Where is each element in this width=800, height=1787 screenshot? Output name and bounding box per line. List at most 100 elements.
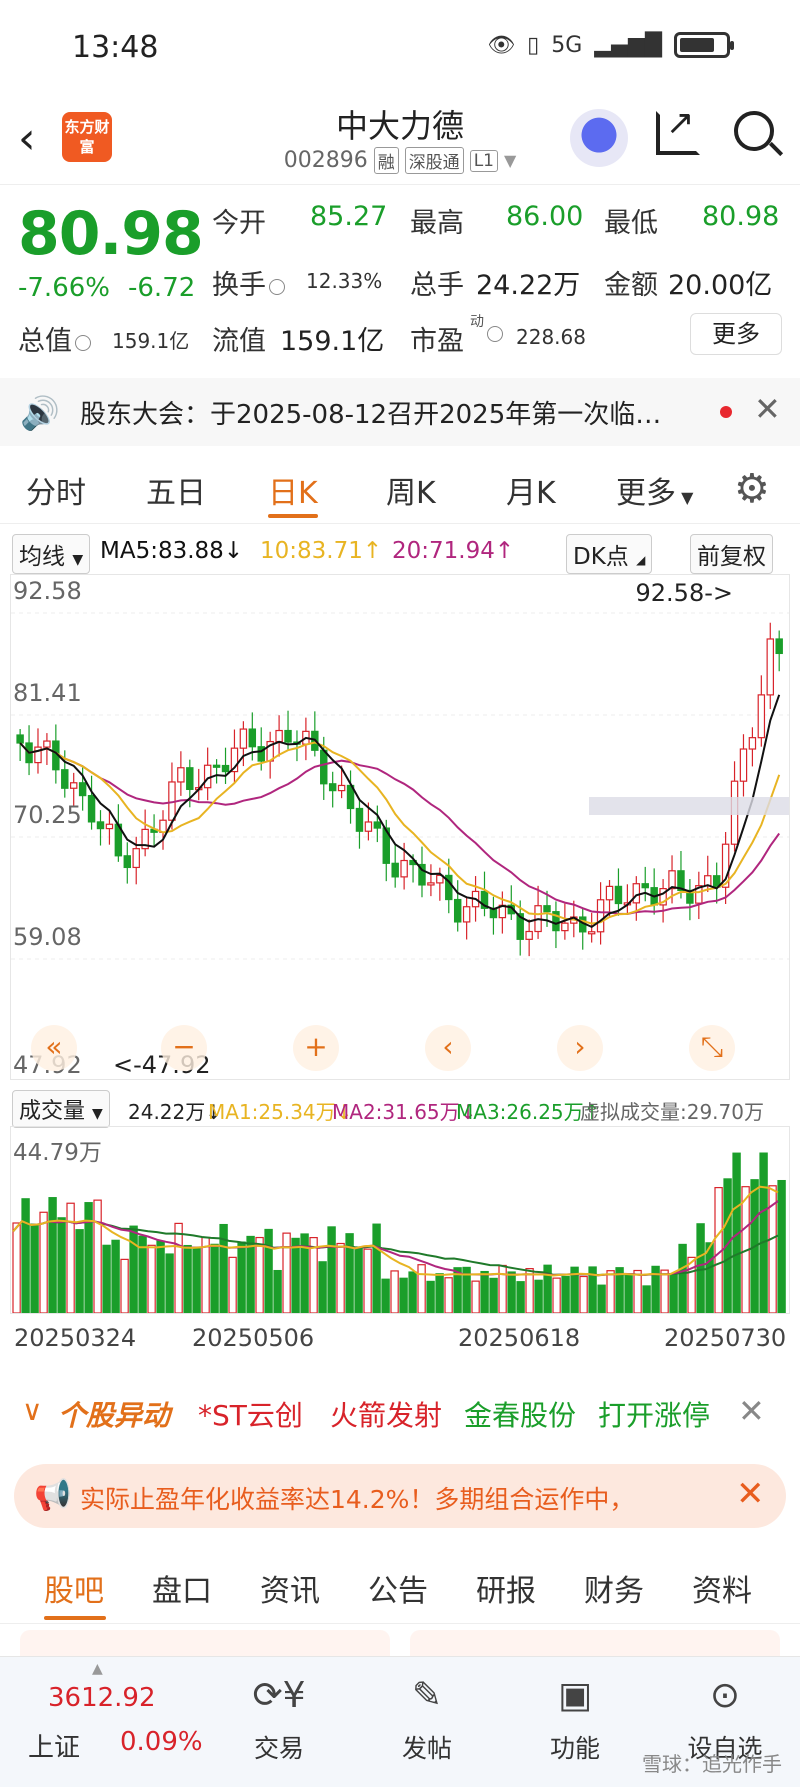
share-arrow-icon: ↗ xyxy=(666,103,695,143)
scroll-left-button[interactable]: ‹ xyxy=(425,1025,471,1071)
trade-label: 交易 xyxy=(253,1734,304,1763)
zoom-in-button[interactable]: + xyxy=(293,1025,339,1071)
stock-movers[interactable]: ∨ 个股异动 *ST云创 火箭发射 金春股份 打开涨停 ✕ xyxy=(0,1386,800,1444)
open-label: 今开 xyxy=(212,208,266,239)
volume-bar xyxy=(480,1270,489,1314)
candle-body xyxy=(391,862,399,878)
index-percent[interactable]: 0.09% xyxy=(120,1727,203,1757)
mover-item-1[interactable]: *ST云创 xyxy=(198,1394,303,1434)
status-time: 13:48 xyxy=(72,30,159,65)
volume-bar xyxy=(102,1244,111,1314)
trade-button[interactable]: ⟳¥ 交易 xyxy=(234,1671,324,1765)
candle-body xyxy=(525,930,533,940)
kline-chart[interactable]: 92.58 81.41 70.25 59.08 47.92 92.58-> <-… xyxy=(10,574,790,1080)
more-dots-icon: ⊙ xyxy=(709,1675,741,1716)
ma-legend: 均线 ▼ MA5:83.88↓ 10:83.71↑ 20:71.94↑ DK点 … xyxy=(0,530,800,574)
turnover-value: 12.33% xyxy=(306,269,383,293)
chevron-down-icon: ∨ xyxy=(22,1394,43,1427)
index-name[interactable]: 上证 xyxy=(28,1727,80,1764)
tab-forum[interactable]: 股吧 xyxy=(44,1566,104,1610)
tab-financials[interactable]: 财务 xyxy=(584,1566,644,1610)
high-label: 最高 xyxy=(410,208,464,239)
more-button[interactable]: 更多 xyxy=(690,313,782,355)
robot-assistant-icon[interactable] xyxy=(570,109,628,167)
promo-banner[interactable]: 📢 实际止盈年化收益率达14.2%！多期组合运作中， ✕ xyxy=(14,1464,786,1528)
tab-five-day[interactable]: 五日 xyxy=(146,468,206,512)
volume-bar xyxy=(660,1269,669,1314)
candle-body xyxy=(364,821,373,832)
volume-bar xyxy=(66,1202,75,1314)
volume-chart[interactable]: 44.79万 xyxy=(10,1126,790,1314)
volume-bar xyxy=(228,1256,237,1314)
adjust-button[interactable]: 前复权 xyxy=(690,534,773,574)
tab-orderbook[interactable]: 盘口 xyxy=(152,1566,212,1610)
y-label-3: 70.25 xyxy=(13,801,82,829)
volume-bar xyxy=(120,1258,129,1314)
volume-max-label: 44.79万 xyxy=(13,1140,102,1166)
tab-weekly-k[interactable]: 周K xyxy=(386,468,436,512)
back-icon[interactable]: ‹ xyxy=(18,113,36,164)
virtual-volume: 虚拟成交量:29.70万 xyxy=(580,1100,764,1124)
close-icon[interactable]: ✕ xyxy=(738,1392,765,1430)
tab-announcements[interactable]: 公告 xyxy=(368,1566,428,1610)
mover-item-4[interactable]: 打开涨停 xyxy=(598,1394,710,1434)
volume-bar xyxy=(696,1223,705,1314)
zoom-out-button[interactable]: − xyxy=(161,1025,207,1071)
gear-icon[interactable]: ⚙ xyxy=(734,466,770,512)
tag-margin: 融 xyxy=(373,147,399,174)
volume-bar xyxy=(48,1197,57,1314)
mktcap-label: 总值 xyxy=(18,319,94,358)
candle-body xyxy=(641,883,649,889)
volume-label: 总手 xyxy=(410,270,464,301)
kline-svg xyxy=(11,612,789,960)
notice-banner[interactable]: 🔊 股东大会：于2025-08-12召开2025年第一次临… ✕ xyxy=(0,378,800,446)
candle-body xyxy=(123,855,132,869)
promo-text[interactable]: 实际止盈年化收益率达14.2%！多期组合运作中， xyxy=(80,1480,720,1516)
candle-body xyxy=(186,767,194,791)
tab-research[interactable]: 研报 xyxy=(476,1566,536,1610)
volume-bar xyxy=(759,1152,768,1314)
tab-intraday[interactable]: 分时 xyxy=(26,468,86,512)
date-label-4: 20250730 xyxy=(664,1324,787,1352)
tab-monthly-k[interactable]: 月K xyxy=(506,468,556,512)
scroll-right-button[interactable]: › xyxy=(557,1025,603,1071)
volume-bar xyxy=(579,1275,588,1314)
volume-indicator-select[interactable]: 成交量 ▼ xyxy=(12,1090,110,1128)
tab-profile[interactable]: 资料 xyxy=(692,1566,752,1610)
mover-item-2[interactable]: 火箭发射 xyxy=(330,1394,442,1434)
tab-indicator xyxy=(44,1616,106,1620)
volume-bar xyxy=(489,1277,498,1314)
dropdown-icon: ▼ xyxy=(676,488,694,507)
volume-bar xyxy=(498,1264,507,1314)
candle-body xyxy=(320,749,328,785)
candle-body xyxy=(766,638,774,696)
volume-bar xyxy=(30,1223,39,1314)
candle-body xyxy=(427,882,435,886)
candle-body xyxy=(105,823,114,830)
pe-value: 228.68 xyxy=(516,325,586,349)
function-button[interactable]: ▣ 功能 xyxy=(530,1671,620,1765)
tab-daily-k[interactable]: 日K xyxy=(268,468,318,512)
ma5-value: MA5:83.88↓ xyxy=(100,538,244,564)
fullscreen-button[interactable]: ⤡ xyxy=(689,1025,735,1071)
close-icon[interactable]: ✕ xyxy=(754,390,781,428)
search-icon[interactable] xyxy=(734,111,774,151)
mover-item-3[interactable]: 金春股份 xyxy=(464,1394,576,1434)
volume-bar xyxy=(687,1256,696,1314)
indicator-select[interactable]: 均线 ▼ xyxy=(12,534,91,574)
notice-text[interactable]: 股东大会：于2025-08-12召开2025年第一次临… xyxy=(80,394,710,431)
index-value[interactable]: 3612.92 xyxy=(48,1683,156,1713)
candle-body xyxy=(69,782,78,789)
close-icon[interactable]: ✕ xyxy=(736,1474,765,1514)
date-label-2: 20250506 xyxy=(192,1324,315,1352)
tab-more[interactable]: 更多 ▼ xyxy=(616,468,693,512)
volume-bar xyxy=(408,1271,417,1314)
candle-body xyxy=(355,807,364,832)
candle-body xyxy=(337,784,346,792)
tab-news[interactable]: 资讯 xyxy=(260,1566,320,1610)
turnover-label: 换手 xyxy=(212,263,288,302)
dk-point-button[interactable]: DK点 ◢ xyxy=(566,534,653,574)
scroll-left-fast-button[interactable]: « xyxy=(31,1025,77,1071)
volume-bar xyxy=(606,1270,615,1314)
post-button[interactable]: ✎ 发帖 xyxy=(382,1671,472,1765)
